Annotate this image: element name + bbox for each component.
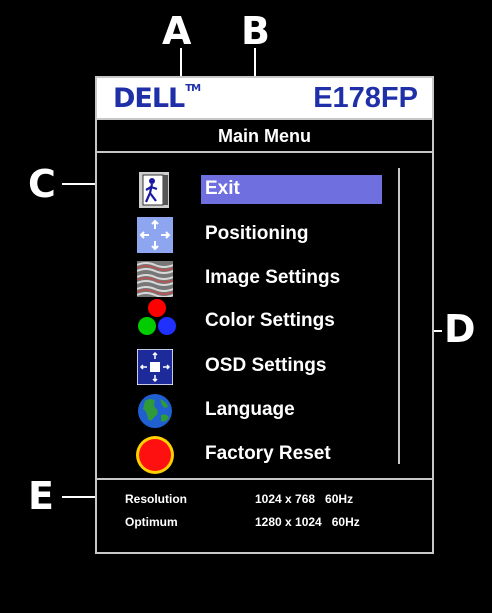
menu-item-label: Image Settings	[205, 267, 341, 288]
optimum-value: 1280 x 1024 60Hz	[255, 515, 360, 529]
image-settings-icon	[136, 261, 174, 298]
callout-d: D	[444, 307, 476, 351]
menu-item-osd-settings[interactable]: OSD Settings	[136, 348, 387, 386]
model-name: E178FP	[313, 82, 418, 114]
menu-item-positioning[interactable]: Positioning	[137, 217, 387, 253]
osd-settings-icon	[136, 348, 174, 386]
callout-b: B	[241, 9, 270, 53]
resolution-label: Resolution	[125, 492, 187, 506]
osd-footer: Resolution 1024 x 768 60Hz Optimum 1280 …	[97, 478, 432, 554]
osd-header: DELLTM E178FP	[97, 78, 432, 120]
exit-icon	[137, 172, 173, 208]
menu-item-label: Color Settings	[205, 310, 335, 331]
callout-c: C	[28, 162, 56, 206]
color-settings-icon	[137, 299, 176, 340]
positioning-icon	[137, 217, 173, 253]
dell-logo: DELLTM	[113, 83, 201, 114]
callout-e: E	[28, 474, 54, 518]
menu-item-color-settings[interactable]: Color Settings	[137, 299, 387, 340]
dell-logo-text: DELL	[113, 83, 185, 114]
menu-scroll-divider	[398, 168, 400, 464]
resolution-value: 1024 x 768 60Hz	[255, 492, 354, 506]
callout-a: A	[162, 9, 192, 53]
factory-reset-icon	[136, 436, 174, 474]
menu-item-label: Language	[205, 399, 295, 420]
trademark-mark: TM	[185, 83, 201, 94]
menu-title: Main Menu	[97, 121, 432, 153]
menu-list: Exit Positioning Image Settings Color Se…	[97, 154, 432, 479]
globe-icon	[137, 393, 173, 429]
menu-item-factory-reset[interactable]: Factory Reset	[136, 436, 387, 474]
menu-item-language[interactable]: Language	[137, 393, 387, 429]
menu-item-label: Positioning	[205, 223, 309, 244]
menu-item-label: Exit	[205, 178, 240, 199]
menu-item-label: OSD Settings	[205, 355, 327, 376]
optimum-label: Optimum	[125, 515, 178, 529]
menu-item-image-settings[interactable]: Image Settings	[136, 261, 387, 298]
menu-item-label: Factory Reset	[205, 443, 331, 464]
menu-item-exit[interactable]: Exit	[137, 172, 387, 208]
osd-window: DELLTM E178FP Main Menu Exit Positioning…	[95, 76, 434, 554]
